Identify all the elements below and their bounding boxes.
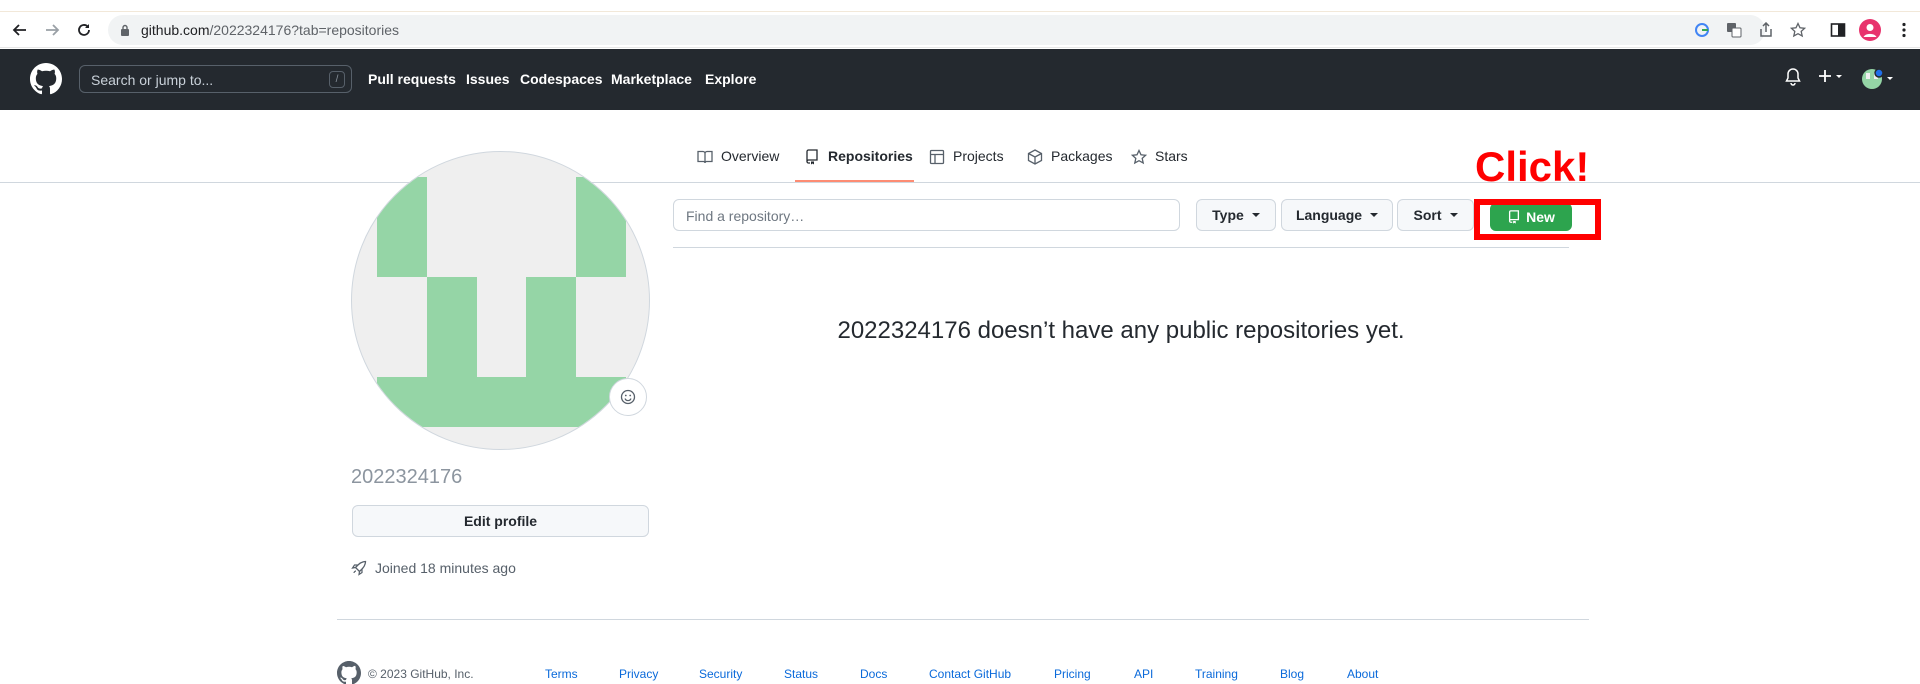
footer-link-terms[interactable]: Terms bbox=[545, 667, 578, 681]
address-bar[interactable]: github.com/2022324176?tab=repositories bbox=[108, 15, 1806, 45]
google-icon[interactable] bbox=[1693, 21, 1711, 39]
nav-marketplace[interactable]: Marketplace bbox=[611, 71, 692, 87]
user-avatar-menu-icon[interactable] bbox=[1861, 68, 1895, 90]
profile-username: 2022324176 bbox=[351, 466, 463, 488]
tab-packages[interactable]: Packages bbox=[1027, 148, 1112, 183]
package-icon bbox=[1027, 149, 1043, 165]
browser-menu-icon[interactable] bbox=[1893, 19, 1915, 41]
tab-stars[interactable]: Stars bbox=[1131, 148, 1188, 183]
annotation-highlight-box bbox=[1474, 199, 1601, 240]
search-input[interactable]: Search or jump to... / bbox=[79, 65, 352, 93]
footer-link-contact[interactable]: Contact GitHub bbox=[929, 667, 1011, 681]
browser-toolbar: github.com/2022324176?tab=repositories bbox=[0, 12, 1920, 48]
back-icon[interactable] bbox=[6, 16, 34, 44]
identicon-image bbox=[377, 177, 626, 427]
forward-icon[interactable] bbox=[38, 16, 66, 44]
repo-list-divider bbox=[673, 247, 1569, 248]
footer-link-docs[interactable]: Docs bbox=[860, 667, 887, 681]
star-icon bbox=[1131, 149, 1147, 165]
tab-repositories[interactable]: Repositories bbox=[804, 148, 913, 183]
footer-link-privacy[interactable]: Privacy bbox=[619, 667, 658, 681]
caret-down-icon bbox=[1370, 213, 1379, 217]
book-icon bbox=[697, 150, 713, 164]
caret-down-icon bbox=[1251, 213, 1260, 217]
type-filter-button[interactable]: Type bbox=[1196, 199, 1276, 231]
github-logo-icon[interactable] bbox=[30, 63, 62, 100]
footer-link-about[interactable]: About bbox=[1347, 667, 1378, 681]
footer-link-pricing[interactable]: Pricing bbox=[1054, 667, 1091, 681]
nav-codespaces[interactable]: Codespaces bbox=[520, 71, 602, 87]
joined-date: Joined 18 minutes ago bbox=[351, 560, 516, 576]
tab-projects[interactable]: Projects bbox=[929, 148, 1004, 183]
nav-explore[interactable]: Explore bbox=[705, 71, 756, 87]
table-icon bbox=[929, 149, 945, 165]
browser-tab-strip bbox=[0, 0, 1920, 12]
bookmark-star-icon[interactable] bbox=[1789, 21, 1807, 39]
notification-bell-icon[interactable] bbox=[1785, 68, 1801, 86]
create-new-plus-icon[interactable] bbox=[1817, 68, 1845, 84]
language-filter-button[interactable]: Language bbox=[1281, 199, 1393, 231]
avatar[interactable] bbox=[351, 151, 650, 450]
footer-link-training[interactable]: Training bbox=[1195, 667, 1238, 681]
url-text: github.com/2022324176?tab=repositories bbox=[141, 22, 400, 38]
tab-overview[interactable]: Overview bbox=[697, 148, 779, 183]
empty-repositories-message: 2022324176 doesn’t have any public repos… bbox=[837, 317, 1405, 344]
footer-link-security[interactable]: Security bbox=[699, 667, 742, 681]
profile-tab-nav: Overview Repositories Projects Packages … bbox=[0, 110, 1920, 183]
translate-icon[interactable] bbox=[1725, 21, 1743, 39]
lock-icon bbox=[120, 23, 130, 41]
set-status-smiley-icon[interactable] bbox=[609, 378, 647, 416]
sort-button[interactable]: Sort bbox=[1397, 199, 1474, 231]
caret-down-icon bbox=[1449, 213, 1458, 217]
share-icon[interactable] bbox=[1757, 21, 1775, 39]
rocket-icon bbox=[351, 560, 367, 576]
repo-icon bbox=[806, 149, 818, 165]
reload-icon[interactable] bbox=[70, 16, 98, 44]
footer-link-api[interactable]: API bbox=[1134, 667, 1153, 681]
side-panel-icon[interactable] bbox=[1827, 19, 1849, 41]
search-shortcut-key: / bbox=[329, 71, 345, 88]
github-footer-logo-icon[interactable] bbox=[337, 661, 361, 684]
github-header: Search or jump to... / Pull requests Iss… bbox=[0, 49, 1920, 110]
footer-divider bbox=[337, 619, 1589, 620]
nav-pull-requests[interactable]: Pull requests bbox=[368, 71, 456, 87]
nav-issues[interactable]: Issues bbox=[466, 71, 510, 87]
annotation-click-label: Click! bbox=[1475, 143, 1590, 190]
footer-link-status[interactable]: Status bbox=[784, 667, 818, 681]
footer-copyright: © 2023 GitHub, Inc. bbox=[368, 667, 474, 681]
footer-link-blog[interactable]: Blog bbox=[1280, 667, 1304, 681]
find-repository-input[interactable]: Find a repository… bbox=[673, 199, 1180, 231]
edit-profile-button[interactable]: Edit profile bbox=[352, 505, 649, 537]
profile-avatar-icon[interactable] bbox=[1859, 19, 1881, 41]
active-tab-underline bbox=[795, 180, 914, 182]
